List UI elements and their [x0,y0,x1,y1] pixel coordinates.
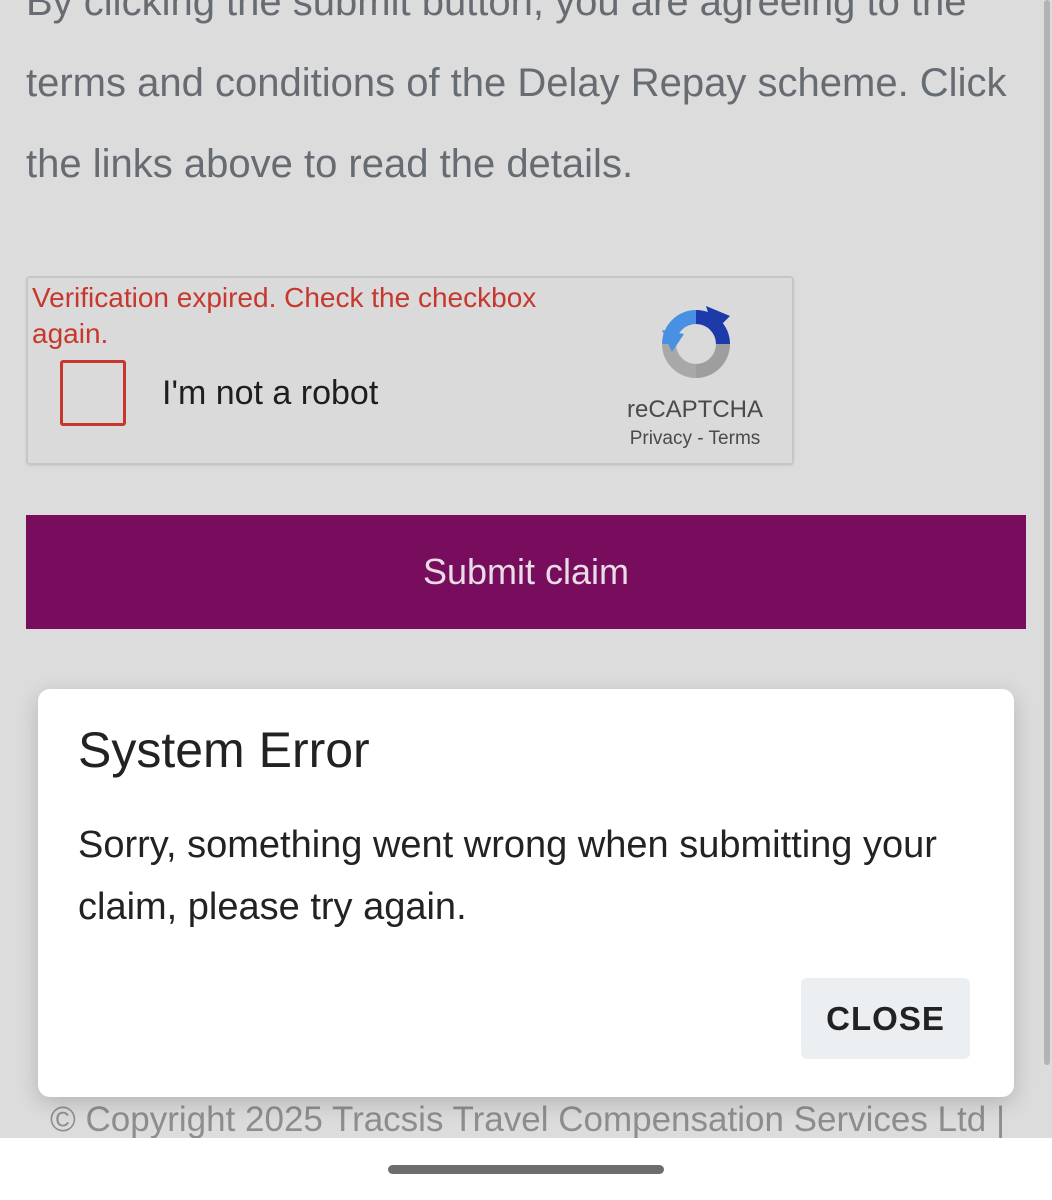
recaptcha-brand: reCAPTCHA [626,396,764,423]
terms-line-1: By clicking the submit button, you are a… [26,0,967,24]
recaptcha-checkbox[interactable] [60,360,126,426]
submit-claim-button[interactable]: Submit claim [26,515,1026,629]
recaptcha-links: Privacy - Terms [588,428,802,450]
dialog-message: Sorry, something went wrong when submitt… [78,824,937,928]
terms-line-2: terms and conditions of the Delay Repay … [26,61,1007,105]
system-error-dialog: System Error Sorry, something went wrong… [38,689,1014,1097]
recaptcha-privacy-link[interactable]: Privacy [630,428,692,449]
close-button[interactable]: CLOSE [801,978,970,1059]
home-indicator[interactable] [388,1165,664,1174]
recaptcha-error-message: Verification expired. Check the checkbox… [32,282,537,349]
recaptcha-widget: Verification expired. Check the checkbox… [26,276,794,465]
recaptcha-label: I'm not a robot [162,374,379,412]
footer-copyright: © Copyright 2025 Tracsis Travel Compensa… [50,1100,1006,1138]
terms-line-3: the links above to read the details. [26,142,634,186]
system-navigation-bar [0,1138,1052,1200]
dialog-title: System Error [78,722,370,778]
page-scrollbar[interactable] [1044,0,1050,1065]
recaptcha-links-separator: - [697,428,704,449]
recaptcha-terms-link[interactable]: Terms [709,428,761,449]
terms-notice: By clicking the submit button, you are a… [26,0,1026,205]
recaptcha-logo-icon [662,306,730,378]
